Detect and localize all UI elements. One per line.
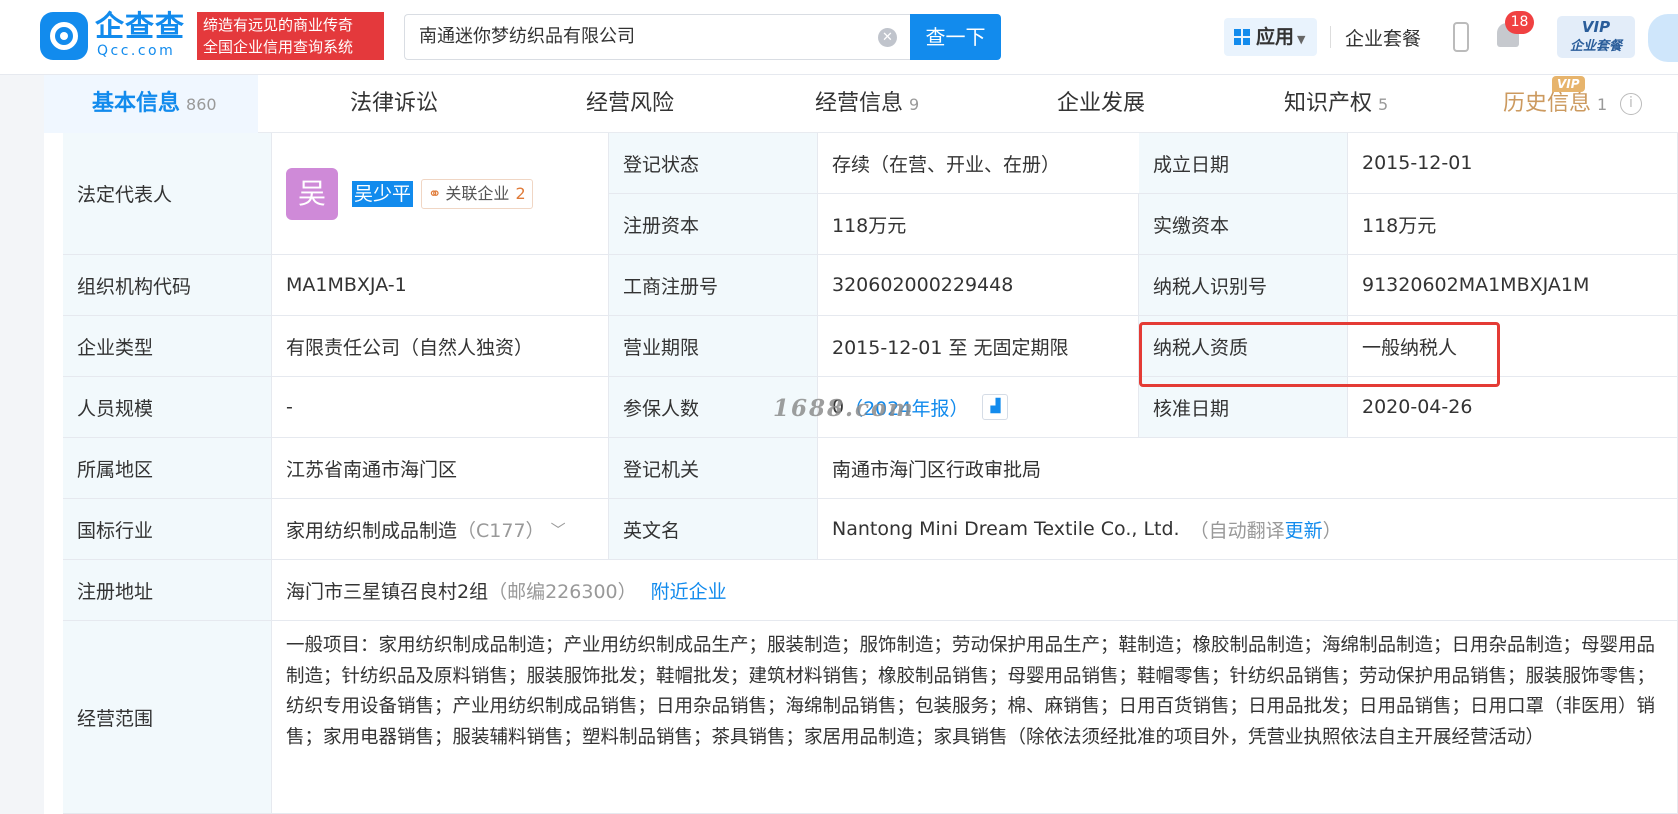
basic-info-table: 法定代表人 吴 吴少平 ⚭ 关联企业 2 登记状态 存续（在营、开业、在册） 成立日… <box>63 133 1678 814</box>
brand-domain: Qcc.com <box>97 43 176 59</box>
tab-label: 知识产权 <box>1284 91 1373 116</box>
tab-count: 9 <box>909 95 920 114</box>
industry-code: （C177） <box>457 519 545 542</box>
tab-ip[interactable]: 知识产权 5 <box>1284 75 1388 133</box>
label-biz-term: 营业期限 <box>609 316 818 377</box>
watermark: 1688.com <box>773 395 915 422</box>
nearby-companies-link[interactable]: 附近企业 <box>651 577 727 604</box>
label-biz-reg-no: 工商注册号 <box>609 255 818 316</box>
label-reg-status: 登记状态 <box>609 133 818 194</box>
value-org-code: MA1MBXJA-1 <box>272 255 609 316</box>
apps-grid-icon <box>1234 29 1250 45</box>
related-label: 关联企业 <box>445 183 510 203</box>
value-reg-authority: 南通市海门区行政审批局 <box>818 438 1678 499</box>
page-gutter <box>44 133 63 814</box>
label-business-scope: 经营范围 <box>63 621 272 814</box>
value-company-type: 有限责任公司（自然人独资） <box>272 316 609 377</box>
relation-graph-icon: ⚭ <box>428 183 442 203</box>
label-english-name: 英文名 <box>609 499 818 560</box>
value-industry: 家用纺织制成品制造 <box>286 519 458 542</box>
caret-down-icon: ▼ <box>1297 33 1306 46</box>
tab-legal[interactable]: 法律诉讼 <box>350 75 438 133</box>
slogan-line-2: 全国企业信用查询系统 <box>203 38 354 56</box>
label-reg-authority: 登记机关 <box>609 438 818 499</box>
header-divider <box>1330 26 1331 48</box>
value-founded: 2015-12-01 <box>1348 133 1678 194</box>
value-tax-id: 91320602MA1MBXJA1M <box>1348 255 1678 316</box>
apps-menu-button[interactable]: 应用 ▼ <box>1224 18 1317 56</box>
trend-chart-icon[interactable]: ▟ <box>982 394 1009 420</box>
value-english-name: Nantong Mini Dream Textile Co., Ltd. <box>832 518 1180 540</box>
address-cell: 海门市三星镇召良村2组 （邮编226300） 附近企业 <box>272 560 1678 621</box>
label-industry: 国标行业 <box>63 499 272 560</box>
slogan-line-1: 缔造有远见的商业传奇 <box>203 16 354 34</box>
tab-operations[interactable]: 经营信息 9 <box>815 75 919 133</box>
vip-plan-button[interactable]: VIP 企业套餐 <box>1557 16 1635 58</box>
mobile-app-icon[interactable] <box>1453 22 1469 52</box>
tab-development[interactable]: 企业发展 <box>1057 75 1145 133</box>
value-region: 江苏省南通市海门区 <box>272 438 609 499</box>
vip-sub-label: 企业套餐 <box>1569 39 1622 54</box>
industry-cell: 家用纺织制成品制造 （C177） ﹀ <box>272 499 609 560</box>
postcode: （邮编226300） <box>488 580 637 603</box>
label-legal-rep: 法定代表人 <box>63 133 272 255</box>
auto-translate-note: （自动翻译 <box>1189 519 1285 542</box>
tab-operational-risk[interactable]: 经营风险 <box>586 75 674 133</box>
qcc-logo-icon[interactable] <box>40 12 88 60</box>
value-reg-capital: 118万元 <box>818 194 1139 255</box>
apps-label: 应用 <box>1256 26 1295 48</box>
info-icon[interactable]: i <box>1620 93 1642 115</box>
clear-search-icon[interactable]: ✕ <box>878 28 897 47</box>
related-count: 2 <box>515 183 526 203</box>
value-biz-reg-no: 320602000229448 <box>818 255 1139 316</box>
tab-count: 860 <box>186 95 217 114</box>
label-staff-size: 人员规模 <box>63 377 272 438</box>
label-founded: 成立日期 <box>1139 133 1348 194</box>
enterprise-plan-link[interactable]: 企业套餐 <box>1345 24 1421 51</box>
slogan-banner: 缔造有远见的商业传奇 全国企业信用查询系统 <box>197 12 384 60</box>
value-biz-term: 2015-12-01 至 无固定期限 <box>818 316 1139 377</box>
search-button[interactable]: 查一下 <box>910 14 1001 60</box>
value-address: 海门市三星镇召良村2组 <box>286 580 489 603</box>
english-name-cell: Nantong Mini Dream Textile Co., Ltd. （自动… <box>818 499 1678 560</box>
label-reg-capital: 注册资本 <box>609 194 818 255</box>
notification-count-badge: 18 <box>1505 11 1534 34</box>
value-paid-capital: 118万元 <box>1348 194 1678 255</box>
label-address: 注册地址 <box>63 560 272 621</box>
auto-translate-close: ） <box>1322 519 1342 542</box>
top-header: 企查查 Qcc.com 缔造有远见的商业传奇 全国企业信用查询系统 南通迷你梦纺… <box>0 0 1678 75</box>
chevron-down-icon[interactable]: ﹀ <box>551 519 566 540</box>
tab-label: 基本信息 <box>92 91 181 116</box>
tab-label: 企业发展 <box>1057 91 1146 116</box>
label-paid-capital: 实缴资本 <box>1139 194 1348 255</box>
update-translation-link[interactable]: 更新 <box>1285 516 1323 543</box>
tab-label: 经营风险 <box>586 91 675 116</box>
section-tabs: 基本信息 860 法律诉讼 经营风险 经营信息 9 企业发展 知识产权 5 历史信息 1 <box>44 75 1678 133</box>
tab-label: 历史信息 <box>1503 91 1592 116</box>
value-staff-size: - <box>272 377 609 438</box>
tab-count: 5 <box>1378 95 1389 114</box>
value-business-scope: 一般项目：家用纺织制成品制造；产业用纺织制成品生产；服装制造；服饰制造；劳动保护… <box>272 621 1678 814</box>
tab-label: 经营信息 <box>815 91 904 116</box>
search-input[interactable]: 南通迷你梦纺织品有限公司 <box>404 14 910 60</box>
label-region: 所属地区 <box>63 438 272 499</box>
tab-basic-info[interactable]: 基本信息 860 <box>44 75 258 133</box>
legal-rep-name-link[interactable]: 吴少平 <box>352 180 414 207</box>
related-companies-button[interactable]: ⚭ 关联企业 2 <box>421 178 533 209</box>
label-company-type: 企业类型 <box>63 316 272 377</box>
label-tax-id: 纳税人识别号 <box>1139 255 1348 316</box>
legal-rep-avatar[interactable]: 吴 <box>286 167 338 220</box>
vip-tag: VIP <box>1552 76 1585 92</box>
legal-rep-cell: 吴 吴少平 ⚭ 关联企业 2 <box>272 133 609 255</box>
tab-label: 法律诉讼 <box>350 91 439 116</box>
tax-qualification-highlight-box <box>1139 322 1500 387</box>
brand-name[interactable]: 企查查 <box>95 9 185 43</box>
tab-count: 1 <box>1597 95 1608 114</box>
user-avatar[interactable] <box>1648 14 1678 62</box>
label-org-code: 组织机构代码 <box>63 255 272 316</box>
vip-label: VIP <box>1581 18 1611 36</box>
